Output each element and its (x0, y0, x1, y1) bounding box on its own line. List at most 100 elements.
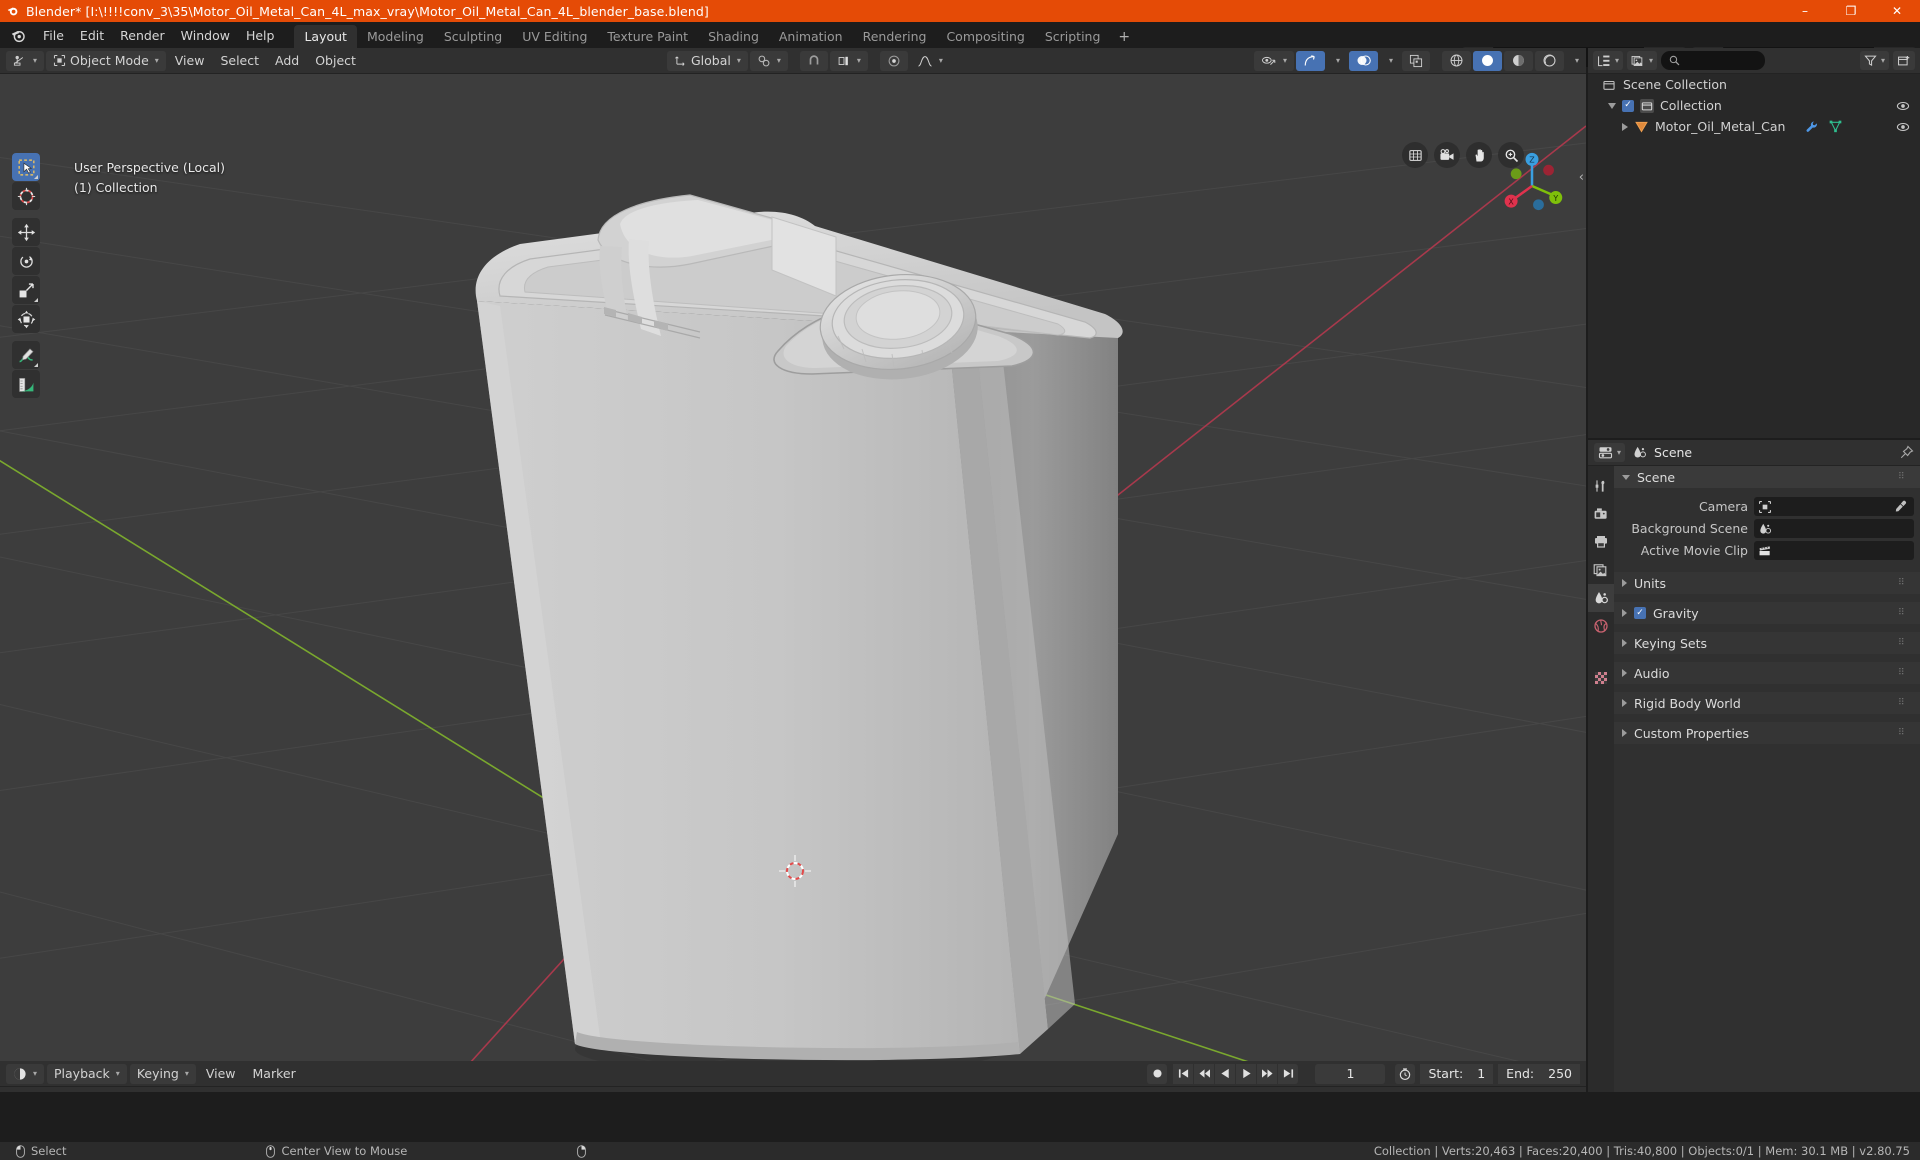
jump-to-prev-keyframe-button[interactable] (1194, 1063, 1215, 1084)
scale-tool[interactable] (12, 276, 40, 304)
snap-target-dropdown[interactable]: ▾ (829, 50, 868, 71)
viewport-3d[interactable]: ▾ Object Mode ▾ View Select Add Object G… (0, 48, 1586, 1061)
timeline-menu-playback[interactable]: Playback ▾ (47, 1063, 127, 1084)
outliner-editor[interactable]: ▾ ▾ ▾ Scene Collection ✓ Collection Moto… (1588, 48, 1920, 438)
shading-dropdown[interactable]: ▾ (1565, 50, 1586, 71)
gizmo-toggle[interactable] (1295, 50, 1325, 71)
tab-shading[interactable]: Shading (698, 25, 769, 48)
tab-texture-paint[interactable]: Texture Paint (597, 25, 698, 48)
panel-scene-header[interactable]: Scene ⠿ (1614, 466, 1920, 488)
snap-magnet-toggle[interactable] (799, 50, 828, 71)
blender-logo-icon[interactable] (10, 27, 27, 44)
panel-audio-header[interactable]: Audio ⠿ (1614, 662, 1920, 684)
frame-start-field[interactable]: Start: 1 (1420, 1063, 1494, 1084)
viewport-menu-view[interactable]: View (167, 50, 212, 71)
maximize-button[interactable]: ❐ (1828, 0, 1874, 22)
transform-orientation-dropdown[interactable]: Global ▾ (666, 50, 748, 71)
jump-to-next-keyframe-button[interactable] (1257, 1063, 1278, 1084)
move-view-icon[interactable] (1466, 142, 1492, 168)
snap-dropdown[interactable]: ▾ (749, 50, 788, 71)
add-workspace-button[interactable]: + (1110, 25, 1138, 48)
timeline-menu-marker[interactable]: Marker (245, 1063, 303, 1084)
visibility-dropdown[interactable]: ▾ (1253, 50, 1294, 71)
timeline-menu-view[interactable]: View (198, 1063, 243, 1084)
play-button[interactable] (1236, 1063, 1257, 1084)
timeline-editor-type-icon[interactable]: ▾ (6, 1063, 45, 1084)
menu-edit[interactable]: Edit (72, 25, 112, 46)
timeline-menu-keying[interactable]: Keying ▾ (129, 1063, 196, 1084)
jump-to-start-button[interactable] (1173, 1063, 1194, 1084)
properties-tab-render[interactable] (1588, 500, 1614, 528)
outliner-search-input[interactable] (1661, 51, 1765, 70)
outliner-editor-type-icon[interactable]: ▾ (1593, 51, 1624, 70)
panel-custom-properties-header[interactable]: Custom Properties ⠿ (1614, 722, 1920, 744)
outliner-filter-button[interactable]: ▾ (1860, 51, 1890, 70)
expand-object-icon[interactable] (1622, 122, 1628, 131)
eyedropper-icon[interactable] (1894, 500, 1907, 513)
properties-editor-type-icon[interactable]: ▾ (1594, 443, 1626, 462)
proportional-falloff-dropdown[interactable]: ▾ (909, 50, 950, 71)
overlays-toggle[interactable] (1348, 50, 1378, 71)
gravity-checkbox[interactable]: ✓ (1634, 607, 1646, 619)
annotate-tool[interactable] (12, 341, 40, 369)
auto-keying-record-button[interactable] (1147, 1063, 1168, 1084)
frame-end-field[interactable]: End: 250 (1498, 1063, 1580, 1084)
panel-rigid-body-world-header[interactable]: Rigid Body World ⠿ (1614, 692, 1920, 714)
collection-checkbox[interactable]: ✓ (1622, 99, 1634, 112)
outliner-display-mode-icon[interactable]: ▾ (1627, 51, 1658, 70)
active-movie-clip-field[interactable] (1754, 541, 1914, 560)
pin-icon[interactable] (1899, 445, 1914, 460)
panel-gravity-header[interactable]: ✓ Gravity ⠿ (1614, 602, 1920, 624)
cursor-tool[interactable] (12, 182, 40, 210)
shading-wireframe-button[interactable] (1441, 50, 1471, 71)
toggle-orthographic-icon[interactable] (1402, 142, 1428, 168)
object-mode-dropdown[interactable]: Object Mode ▾ (46, 50, 166, 71)
outliner-row-motor-oil-metal-can[interactable]: Motor_Oil_Metal_Can (1588, 116, 1920, 137)
properties-tab-view-layer[interactable] (1588, 556, 1614, 584)
tab-compositing[interactable]: Compositing (936, 25, 1034, 48)
shading-material-preview-button[interactable] (1503, 50, 1533, 71)
measure-tool[interactable] (12, 370, 40, 398)
tab-scripting[interactable]: Scripting (1035, 25, 1111, 48)
viewport-menu-select[interactable]: Select (213, 50, 267, 71)
collection-visibility-eye-icon[interactable] (1896, 99, 1910, 113)
current-frame-field[interactable]: 1 (1315, 1063, 1386, 1084)
transform-tool[interactable] (12, 305, 40, 333)
outliner-row-scene-collection[interactable]: Scene Collection (1588, 74, 1920, 95)
xray-toggle[interactable] (1401, 50, 1430, 71)
properties-tab-output[interactable] (1588, 528, 1614, 556)
jump-to-end-button[interactable] (1278, 1063, 1299, 1084)
menu-file[interactable]: File (35, 25, 72, 46)
shading-rendered-button[interactable] (1534, 50, 1564, 71)
shading-solid-button[interactable] (1472, 50, 1502, 71)
toggle-camera-view-icon[interactable] (1434, 142, 1460, 168)
tab-animation[interactable]: Animation (769, 25, 853, 48)
overlays-dropdown[interactable]: ▾ (1379, 50, 1400, 71)
outliner-row-collection[interactable]: ✓ Collection (1588, 95, 1920, 116)
camera-field[interactable] (1754, 497, 1914, 516)
sidebar-toggle-arrow[interactable]: ‹ (1579, 170, 1584, 185)
tab-rendering[interactable]: Rendering (853, 25, 937, 48)
close-button[interactable]: ✕ (1874, 0, 1920, 22)
new-collection-button[interactable] (1893, 51, 1916, 70)
properties-tab-texture[interactable] (1588, 664, 1614, 692)
panel-keying-sets-header[interactable]: Keying Sets ⠿ (1614, 632, 1920, 654)
tab-sculpting[interactable]: Sculpting (434, 25, 512, 48)
editor-type-icon[interactable]: ▾ (6, 50, 45, 71)
select-box-tool[interactable] (12, 153, 40, 181)
properties-tab-tool[interactable] (1588, 472, 1614, 500)
gizmo-dropdown[interactable]: ▾ (1326, 50, 1347, 71)
move-tool[interactable] (12, 218, 40, 246)
minimize-button[interactable]: – (1782, 0, 1828, 22)
viewport-menu-add[interactable]: Add (268, 50, 307, 71)
viewport-menu-object[interactable]: Object (308, 50, 363, 71)
tab-uv-editing[interactable]: UV Editing (512, 25, 597, 48)
mesh-data-icon[interactable] (1828, 119, 1843, 134)
panel-units-header[interactable]: Units ⠿ (1614, 572, 1920, 594)
viewport-canvas[interactable]: User Perspective (Local) (1) Collection (0, 74, 1586, 1061)
expand-collection-icon[interactable] (1608, 102, 1616, 109)
tab-modeling[interactable]: Modeling (357, 25, 434, 48)
play-reverse-button[interactable] (1215, 1063, 1236, 1084)
modifier-wrench-icon[interactable] (1805, 120, 1819, 134)
viewport-axis-gizmo[interactable]: Z Y X (1496, 150, 1568, 222)
